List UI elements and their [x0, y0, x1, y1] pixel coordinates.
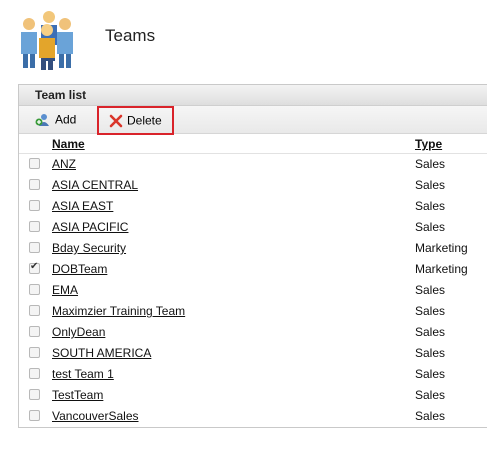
- row-checkbox[interactable]: [29, 261, 40, 274]
- table-row: ANZ Sales: [19, 154, 487, 175]
- team-name-link[interactable]: Maximzier Training Team: [52, 304, 185, 318]
- team-type: Sales: [415, 388, 446, 402]
- table-row: ASIA EAST Sales: [19, 196, 487, 217]
- team-type: Sales: [415, 304, 446, 318]
- team-table: Name Type ANZ Sales ASIA CENTRAL Sales ASIA …: [19, 135, 487, 427]
- team-name-link[interactable]: VancouverSales: [52, 409, 139, 423]
- team-type: Sales: [415, 157, 446, 171]
- table-row: Maximzier Training Team Sales: [19, 301, 487, 322]
- team-name-link[interactable]: ASIA PACIFIC: [52, 220, 128, 234]
- table-row: DOBTeam Marketing: [19, 259, 487, 280]
- page-header: Teams: [15, 8, 315, 70]
- table-body: ANZ Sales ASIA CENTRAL Sales ASIA EAST Sales A…: [19, 154, 487, 427]
- row-checkbox[interactable]: [29, 242, 40, 253]
- team-type: Sales: [415, 367, 446, 381]
- team-list-panel: Team list Add Delete Name Type ANZ Sales A…: [18, 84, 487, 428]
- table-row: ASIA PACIFIC Sales: [19, 217, 487, 238]
- team-name-link[interactable]: Bday Security: [52, 241, 126, 255]
- row-checkbox[interactable]: [29, 158, 40, 169]
- row-checkbox[interactable]: [29, 347, 40, 358]
- team-name-link[interactable]: TestTeam: [52, 388, 103, 402]
- team-name-link[interactable]: ANZ: [52, 157, 76, 171]
- delete-button-label: Delete: [127, 113, 162, 128]
- team-name-link[interactable]: ASIA CENTRAL: [52, 178, 138, 192]
- team-type: Marketing: [415, 262, 468, 276]
- team-type: Sales: [415, 409, 446, 423]
- table-row: VancouverSales Sales: [19, 406, 487, 427]
- team-type: Marketing: [415, 241, 468, 255]
- row-checkbox[interactable]: [29, 389, 40, 400]
- team-name-link[interactable]: DOBTeam: [52, 262, 107, 276]
- panel-title: Team list: [19, 85, 487, 106]
- add-team-icon: [35, 113, 49, 126]
- team-name-link[interactable]: EMA: [52, 283, 78, 297]
- team-type: Sales: [415, 325, 446, 339]
- team-name-link[interactable]: ASIA EAST: [52, 199, 113, 213]
- table-row: Bday Security Marketing: [19, 238, 487, 259]
- add-button-label: Add: [55, 112, 77, 127]
- team-name-link[interactable]: SOUTH AMERICA: [52, 346, 151, 360]
- team-type: Sales: [415, 346, 446, 360]
- team-type: Sales: [415, 178, 446, 192]
- delete-button[interactable]: Delete: [97, 106, 174, 135]
- page-title: Teams: [105, 26, 156, 45]
- toolbar: Add Delete: [19, 106, 487, 135]
- column-header-type[interactable]: Type: [415, 137, 442, 151]
- team-type: Sales: [415, 220, 446, 234]
- delete-icon: [109, 114, 123, 128]
- column-header-name[interactable]: Name: [52, 137, 85, 151]
- table-row: OnlyDean Sales: [19, 322, 487, 343]
- row-checkbox[interactable]: [29, 305, 40, 316]
- row-checkbox[interactable]: [29, 200, 40, 211]
- row-checkbox[interactable]: [29, 368, 40, 379]
- table-row: ASIA CENTRAL Sales: [19, 175, 487, 196]
- team-type: Sales: [415, 283, 446, 297]
- table-row: SOUTH AMERICA Sales: [19, 343, 487, 364]
- table-row: test Team 1 Sales: [19, 364, 487, 385]
- row-checkbox[interactable]: [29, 326, 40, 337]
- add-button[interactable]: Add: [35, 106, 76, 133]
- team-name-link[interactable]: test Team 1: [52, 367, 114, 381]
- team-name-link[interactable]: OnlyDean: [52, 325, 105, 339]
- row-checkbox[interactable]: [29, 221, 40, 232]
- table-header: Name Type: [19, 135, 487, 154]
- table-row: TestTeam Sales: [19, 385, 487, 406]
- row-checkbox[interactable]: [29, 284, 40, 295]
- table-row: EMA Sales: [19, 280, 487, 301]
- people-icon: [21, 11, 73, 70]
- row-checkbox[interactable]: [29, 179, 40, 190]
- team-type: Sales: [415, 199, 446, 213]
- row-checkbox[interactable]: [29, 410, 40, 421]
